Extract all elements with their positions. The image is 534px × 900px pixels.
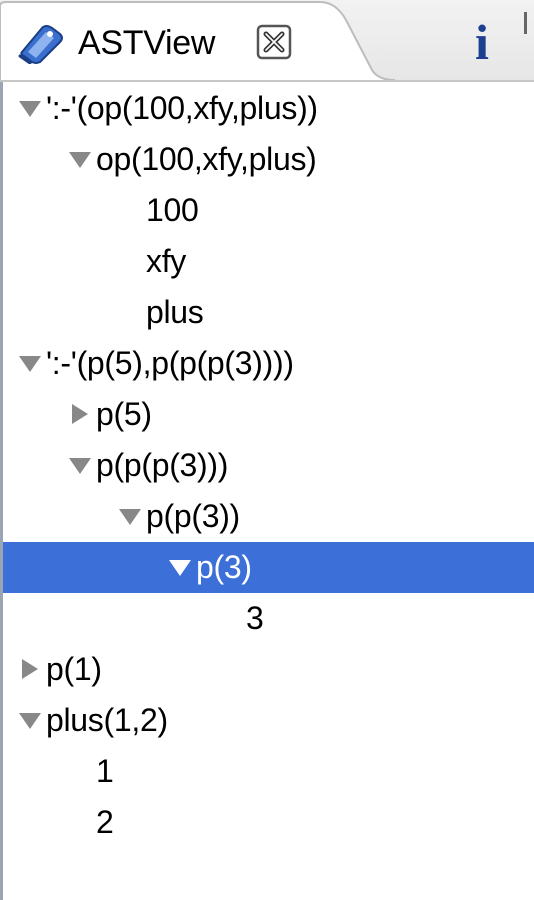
tree-item[interactable]: p(5) [3, 389, 534, 440]
tree-item-label: p(3) [196, 549, 252, 585]
tab-overflow-edge [524, 12, 527, 34]
triangle-down-icon[interactable] [68, 134, 94, 185]
triangle-right-icon[interactable] [68, 389, 94, 440]
tree-item-selected[interactable]: p(3) [3, 542, 534, 593]
ast-view-icon [16, 22, 66, 65]
tree-item-label: p(p(p(3))) [96, 447, 229, 483]
tree-item[interactable]: xfy [3, 236, 534, 287]
triangle-down-icon[interactable] [18, 338, 44, 389]
view-tab-bar: ASTView i [0, 0, 534, 82]
tree-item-label: plus(1,2) [46, 702, 168, 738]
tree-item-label: 3 [246, 600, 264, 636]
tree-item[interactable]: op(100,xfy,plus) [3, 134, 534, 185]
tree-item-label: xfy [146, 243, 186, 279]
triangle-down-icon[interactable] [118, 491, 144, 542]
triangle-down-icon[interactable] [18, 83, 44, 134]
tab-title: ASTView [78, 24, 216, 62]
ast-tree[interactable]: ':-'(op(100,xfy,plus)) op(100,xfy,plus) 10… [0, 82, 534, 900]
triangle-down-icon[interactable] [168, 542, 194, 593]
tree-item-label: p(1) [46, 651, 102, 687]
tree-item-label: p(p(3)) [146, 498, 240, 534]
tree-item-label: ':-'(op(100,xfy,plus)) [46, 90, 318, 126]
tree-item[interactable]: ':-'(p(5),p(p(p(3)))) [3, 338, 534, 389]
tree-item-label: p(5) [96, 396, 152, 432]
tree-item[interactable]: plus [3, 287, 534, 338]
tab-astview[interactable]: ASTView [0, 0, 395, 82]
triangle-down-icon[interactable] [18, 695, 44, 746]
tree-item-label: op(100,xfy,plus) [96, 141, 317, 177]
tree-item[interactable]: 2 [3, 797, 534, 848]
tree-item-label: 2 [96, 804, 114, 840]
tree-item-label: plus [146, 294, 204, 330]
tree-item[interactable]: 100 [3, 185, 534, 236]
tree-item-label: 1 [96, 753, 114, 789]
info-icon[interactable]: i [462, 14, 502, 70]
tree-item[interactable]: p(1) [3, 644, 534, 695]
tree-item[interactable]: p(p(3)) [3, 491, 534, 542]
tree-item-label: ':-'(p(5),p(p(p(3)))) [46, 345, 294, 381]
tree-item-label: 100 [146, 192, 199, 228]
tree-item[interactable]: 1 [3, 746, 534, 797]
tree-item[interactable]: 3 [3, 593, 534, 644]
triangle-down-icon[interactable] [68, 440, 94, 491]
tree-item[interactable]: plus(1,2) [3, 695, 534, 746]
tree-item[interactable]: ':-'(op(100,xfy,plus)) [3, 83, 534, 134]
close-icon[interactable] [255, 23, 293, 61]
ast-view-window: ASTView i ':-'(op(100,xfy,plus)) op(100,x… [0, 0, 534, 900]
tree-item[interactable]: p(p(p(3))) [3, 440, 534, 491]
triangle-right-icon[interactable] [18, 644, 44, 695]
